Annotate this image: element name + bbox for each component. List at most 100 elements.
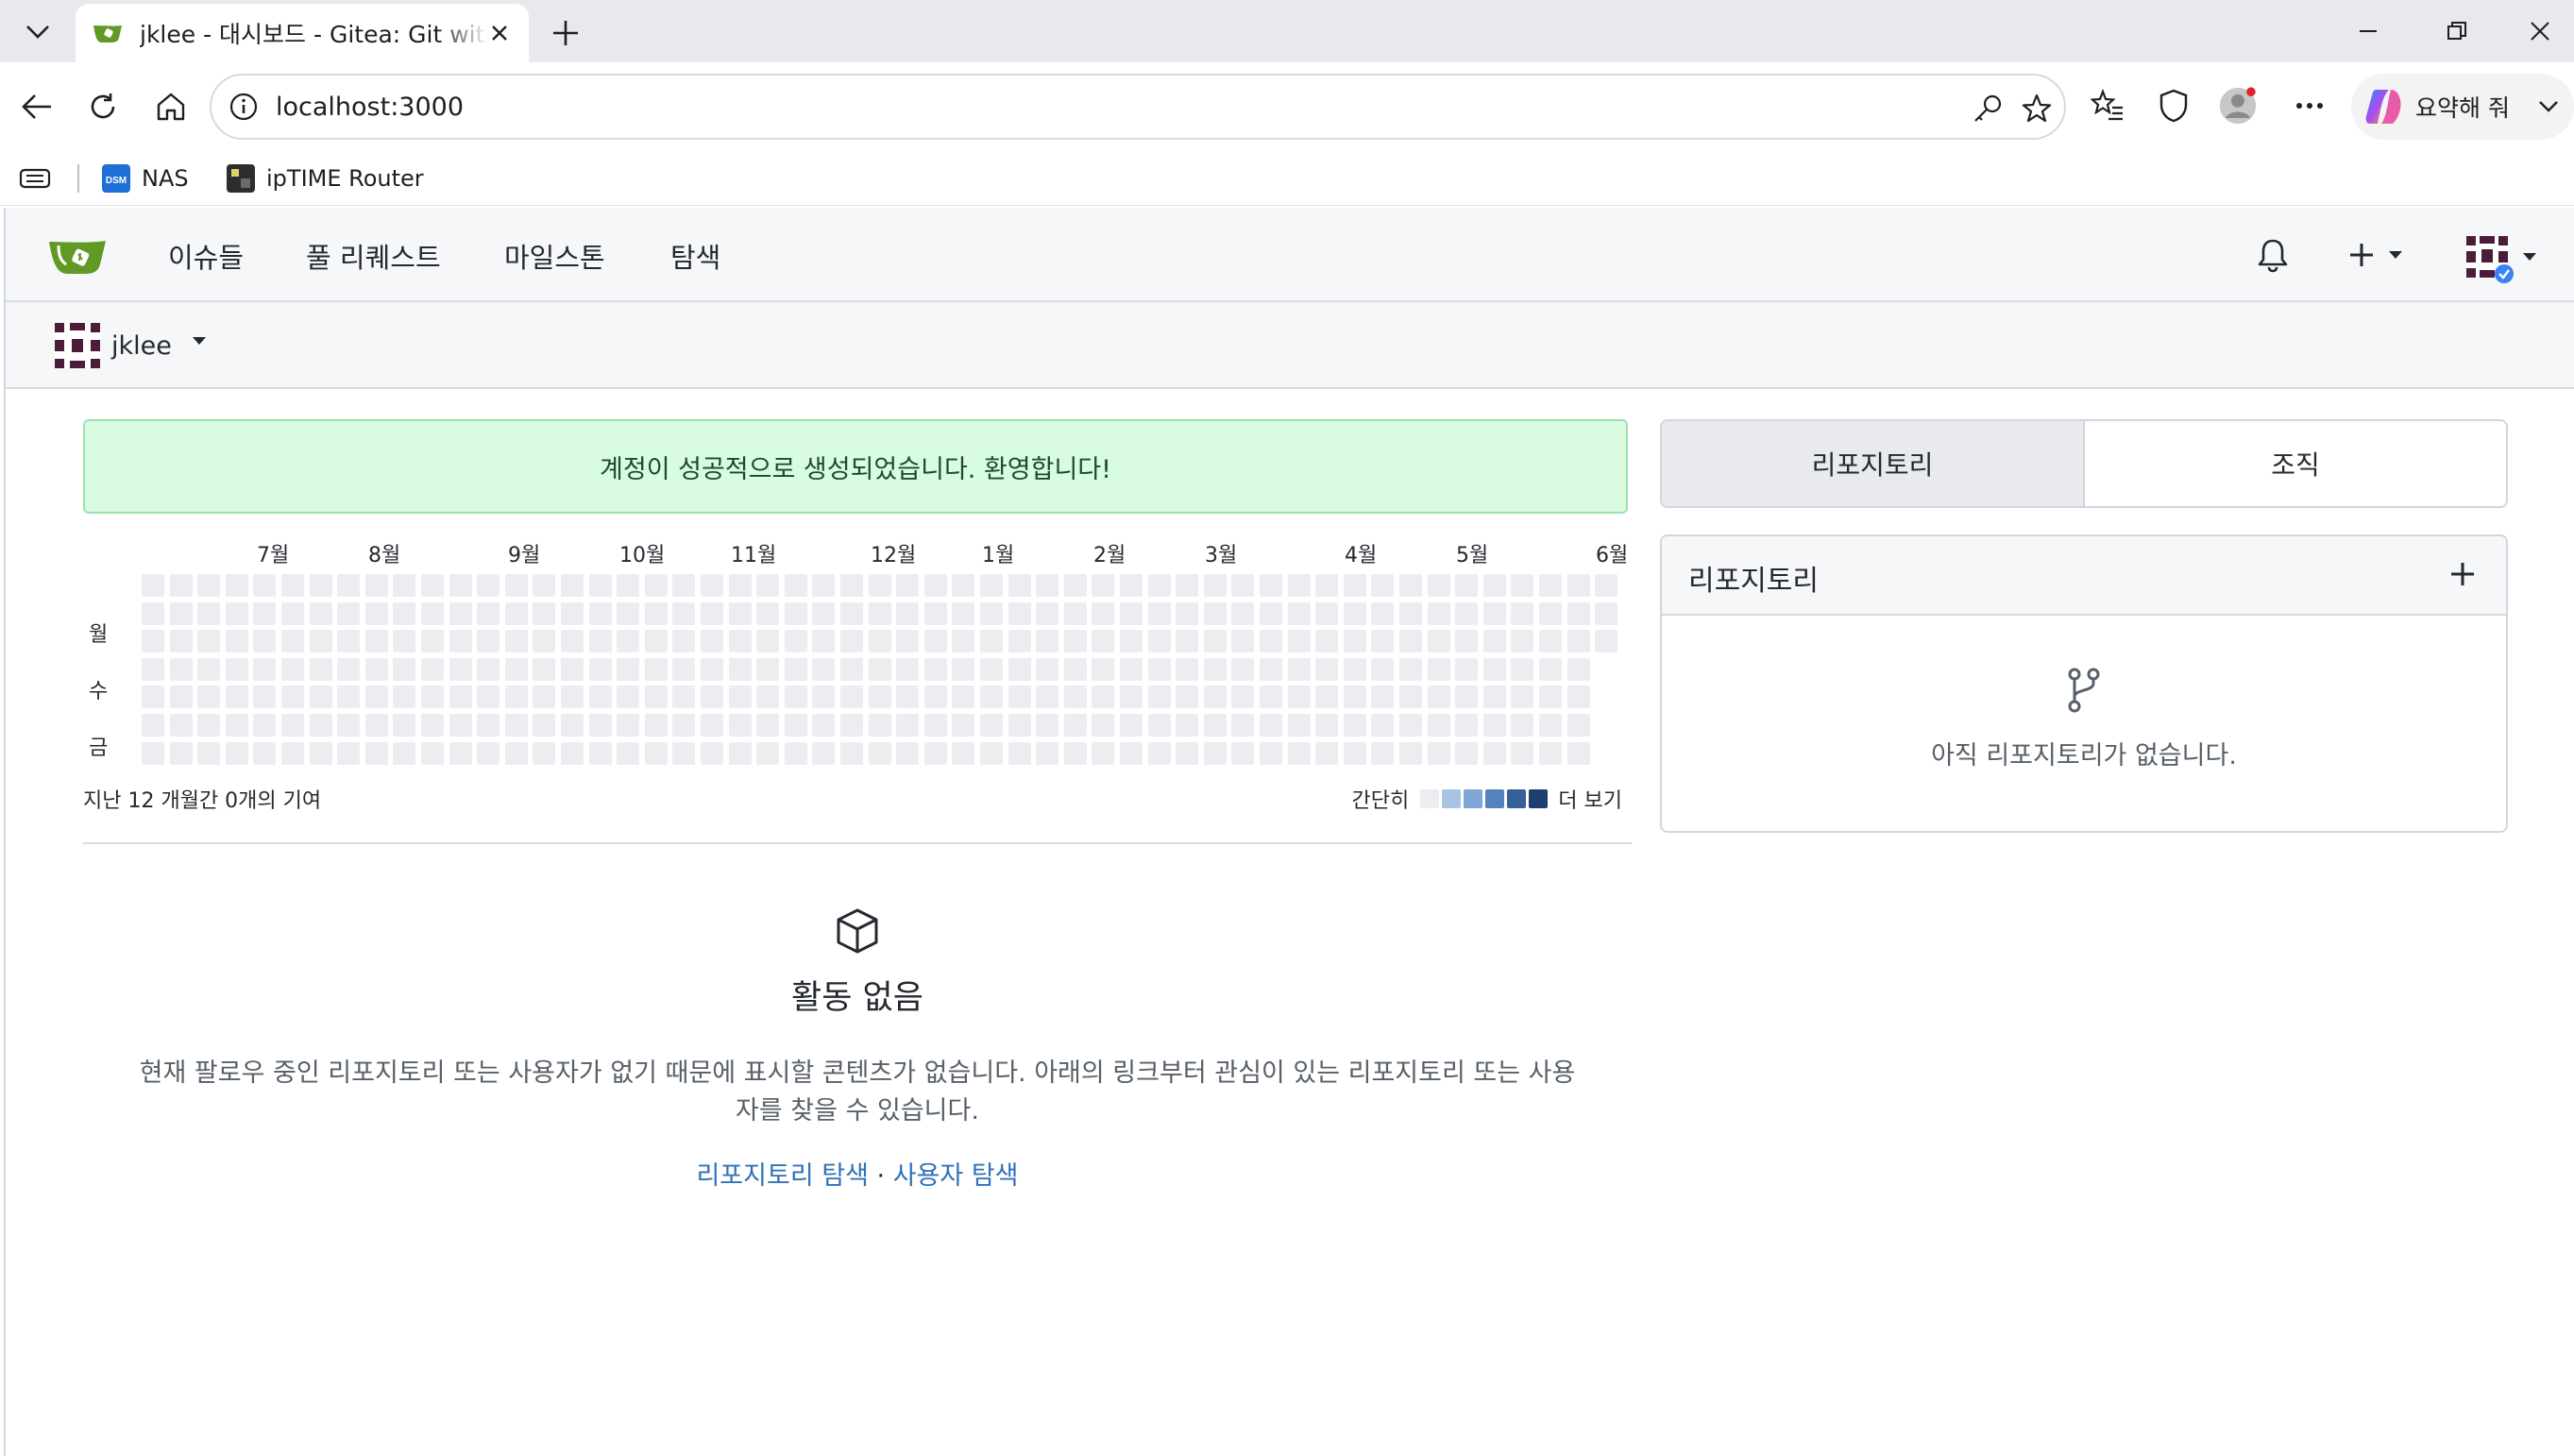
heatmap-cell xyxy=(1064,658,1087,681)
heatmap-cell xyxy=(1455,714,1478,736)
heatmap-cell xyxy=(1483,630,1506,652)
heatmap-cell xyxy=(365,686,388,708)
heatmap-cell xyxy=(896,602,919,625)
star-icon[interactable] xyxy=(2021,93,2053,125)
heatmap-cell xyxy=(1511,630,1533,652)
heatmap-cell xyxy=(589,658,612,681)
tab-list-button[interactable] xyxy=(13,11,62,53)
heatmap-cell xyxy=(1064,630,1087,652)
heatmap-cell xyxy=(1204,686,1227,708)
heatmap-cell xyxy=(393,686,415,708)
heatmap-cell xyxy=(1260,574,1282,597)
heatmap-cell xyxy=(672,602,695,625)
heatmap-cell xyxy=(337,686,360,708)
heatmap-cell xyxy=(1567,714,1590,736)
notifications-button[interactable] xyxy=(2257,236,2289,274)
explore-users-link[interactable]: 사용자 탐색 xyxy=(893,1161,1019,1191)
settings-more-button[interactable] xyxy=(2291,87,2328,125)
heatmap-cell xyxy=(980,686,1003,708)
plus-icon[interactable] xyxy=(2446,557,2480,591)
heatmap-cell xyxy=(1315,574,1338,597)
heatmap-cell xyxy=(1288,630,1311,652)
site-info-icon[interactable] xyxy=(229,92,259,122)
nav-issues[interactable]: 이슈들 xyxy=(168,236,244,276)
copilot-summarize-button[interactable]: 요약해 줘 xyxy=(2351,74,2574,140)
heatmap-cell xyxy=(1539,742,1562,765)
heatmap-month: 10월 xyxy=(619,544,666,567)
close-icon xyxy=(2531,22,2549,41)
copilot-label: 요약해 줘 xyxy=(2415,94,2510,122)
create-new-button[interactable] xyxy=(2347,236,2402,274)
gitea-logo-icon[interactable] xyxy=(47,234,108,278)
close-window-button[interactable] xyxy=(2512,11,2568,51)
chevron-down-icon xyxy=(2539,101,2558,112)
heatmap-cell xyxy=(1399,574,1422,597)
profile-button[interactable] xyxy=(2219,87,2257,125)
heatmap-cell xyxy=(1008,630,1031,652)
heatmap-cell xyxy=(840,574,863,597)
favorites-button[interactable] xyxy=(2089,87,2126,125)
nav-milestones[interactable]: 마일스톤 xyxy=(504,236,605,276)
heatmap-cell xyxy=(1120,714,1143,736)
new-tab-icon[interactable] xyxy=(546,13,585,53)
tab-repositories[interactable]: 리포지토리 xyxy=(1662,421,2085,506)
heatmap-cell xyxy=(756,602,779,625)
tab-organizations[interactable]: 조직 xyxy=(2085,421,2506,506)
home-button[interactable] xyxy=(147,83,195,130)
heatmap-cell xyxy=(1260,602,1282,625)
browser-tab-active[interactable]: jklee - 대시보드 - Gitea: Git with a cup of … xyxy=(76,4,529,62)
restore-button[interactable] xyxy=(2429,11,2485,51)
collections-button[interactable] xyxy=(19,159,51,198)
context-user-switcher[interactable]: jklee xyxy=(55,323,206,368)
address-bar[interactable]: localhost:3000 xyxy=(210,74,2066,140)
bookmark-nas[interactable]: DSM NAS xyxy=(102,159,189,198)
heatmap-cell xyxy=(197,686,220,708)
heatmap-cell xyxy=(310,742,332,765)
heatmap-month: 7월 xyxy=(257,544,290,567)
heatmap-cell xyxy=(561,602,584,625)
back-button[interactable] xyxy=(13,83,60,130)
reload-button[interactable] xyxy=(79,83,127,130)
heatmap-cell xyxy=(505,630,528,652)
browser-essentials-button[interactable] xyxy=(2155,87,2193,125)
heatmap-cell xyxy=(253,574,276,597)
nav-explore[interactable]: 탐색 xyxy=(670,236,720,276)
heatmap-cell xyxy=(617,602,639,625)
heatmap-cell xyxy=(1064,686,1087,708)
no-repositories-message: 아직 리포지토리가 없습니다. xyxy=(1931,741,2237,770)
heatmap-cell xyxy=(449,686,472,708)
heatmap-cell xyxy=(729,574,752,597)
heatmap-cell xyxy=(1231,574,1254,597)
key-icon[interactable] xyxy=(1972,93,2004,125)
heatmap-cell xyxy=(812,714,835,736)
close-tab-icon[interactable] xyxy=(485,19,514,47)
heatmap-cell xyxy=(1483,714,1506,736)
heatmap-cell xyxy=(1036,574,1058,597)
heatmap-cell xyxy=(505,714,528,736)
heatmap-cell xyxy=(1344,602,1366,625)
bookmark-iptime-router[interactable]: ipTIME Router xyxy=(227,159,424,198)
heatmap-cell xyxy=(253,742,276,765)
home-icon xyxy=(157,93,185,121)
heatmap-cell xyxy=(1260,658,1282,681)
heatmap-cell xyxy=(1455,630,1478,652)
heatmap-cell xyxy=(1511,658,1533,681)
heatmap-cell xyxy=(1036,714,1058,736)
heatmap-cell xyxy=(1399,686,1422,708)
heatmap-cell xyxy=(1092,602,1114,625)
heatmap-cell xyxy=(1204,658,1227,681)
heatmap-cell xyxy=(1371,630,1394,652)
heatmap-cell xyxy=(1092,686,1114,708)
nav-pull-requests[interactable]: 풀 리퀘스트 xyxy=(306,236,441,276)
url-text[interactable]: localhost:3000 xyxy=(276,93,464,122)
profile-avatar-icon xyxy=(2219,87,2257,125)
user-menu-button[interactable] xyxy=(2461,230,2536,283)
heatmap-cell xyxy=(1511,714,1533,736)
heatmap-cell xyxy=(1315,602,1338,625)
contribution-summary: 지난 12 개월간 0개의 기여 xyxy=(83,789,322,813)
browser-toolbar: localhost:3000 요약해 줘 xyxy=(0,62,2574,151)
heatmap-cell xyxy=(421,602,444,625)
heatmap-cell xyxy=(253,602,276,625)
explore-repos-link[interactable]: 리포지토리 탐색 xyxy=(696,1161,868,1191)
minimize-button[interactable] xyxy=(2340,11,2396,51)
